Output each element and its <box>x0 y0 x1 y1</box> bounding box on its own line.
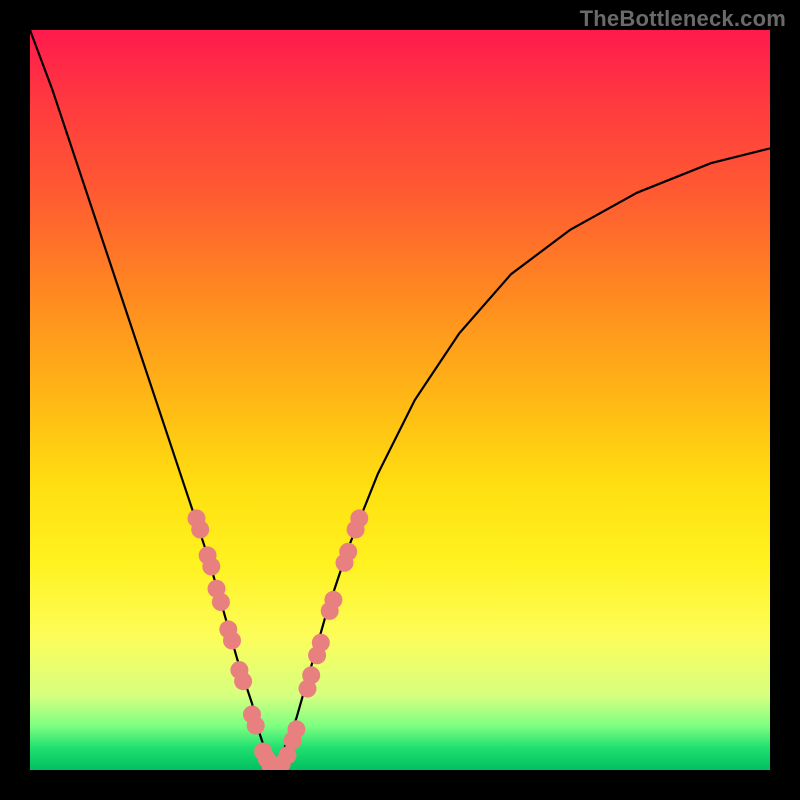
data-point <box>202 558 220 576</box>
chart-container: TheBottleneck.com <box>0 0 800 800</box>
data-point <box>287 720 305 738</box>
data-point <box>324 591 342 609</box>
data-point <box>212 593 230 611</box>
data-point <box>302 666 320 684</box>
data-point <box>247 717 265 735</box>
data-point <box>339 543 357 561</box>
data-point <box>223 632 241 650</box>
data-point <box>234 672 252 690</box>
data-points <box>188 509 369 770</box>
plot-area <box>30 30 770 770</box>
bottleneck-curve <box>30 30 770 770</box>
watermark-text: TheBottleneck.com <box>580 6 786 32</box>
data-point <box>350 509 368 527</box>
data-point <box>191 521 209 539</box>
data-point <box>312 634 330 652</box>
chart-svg <box>30 30 770 770</box>
